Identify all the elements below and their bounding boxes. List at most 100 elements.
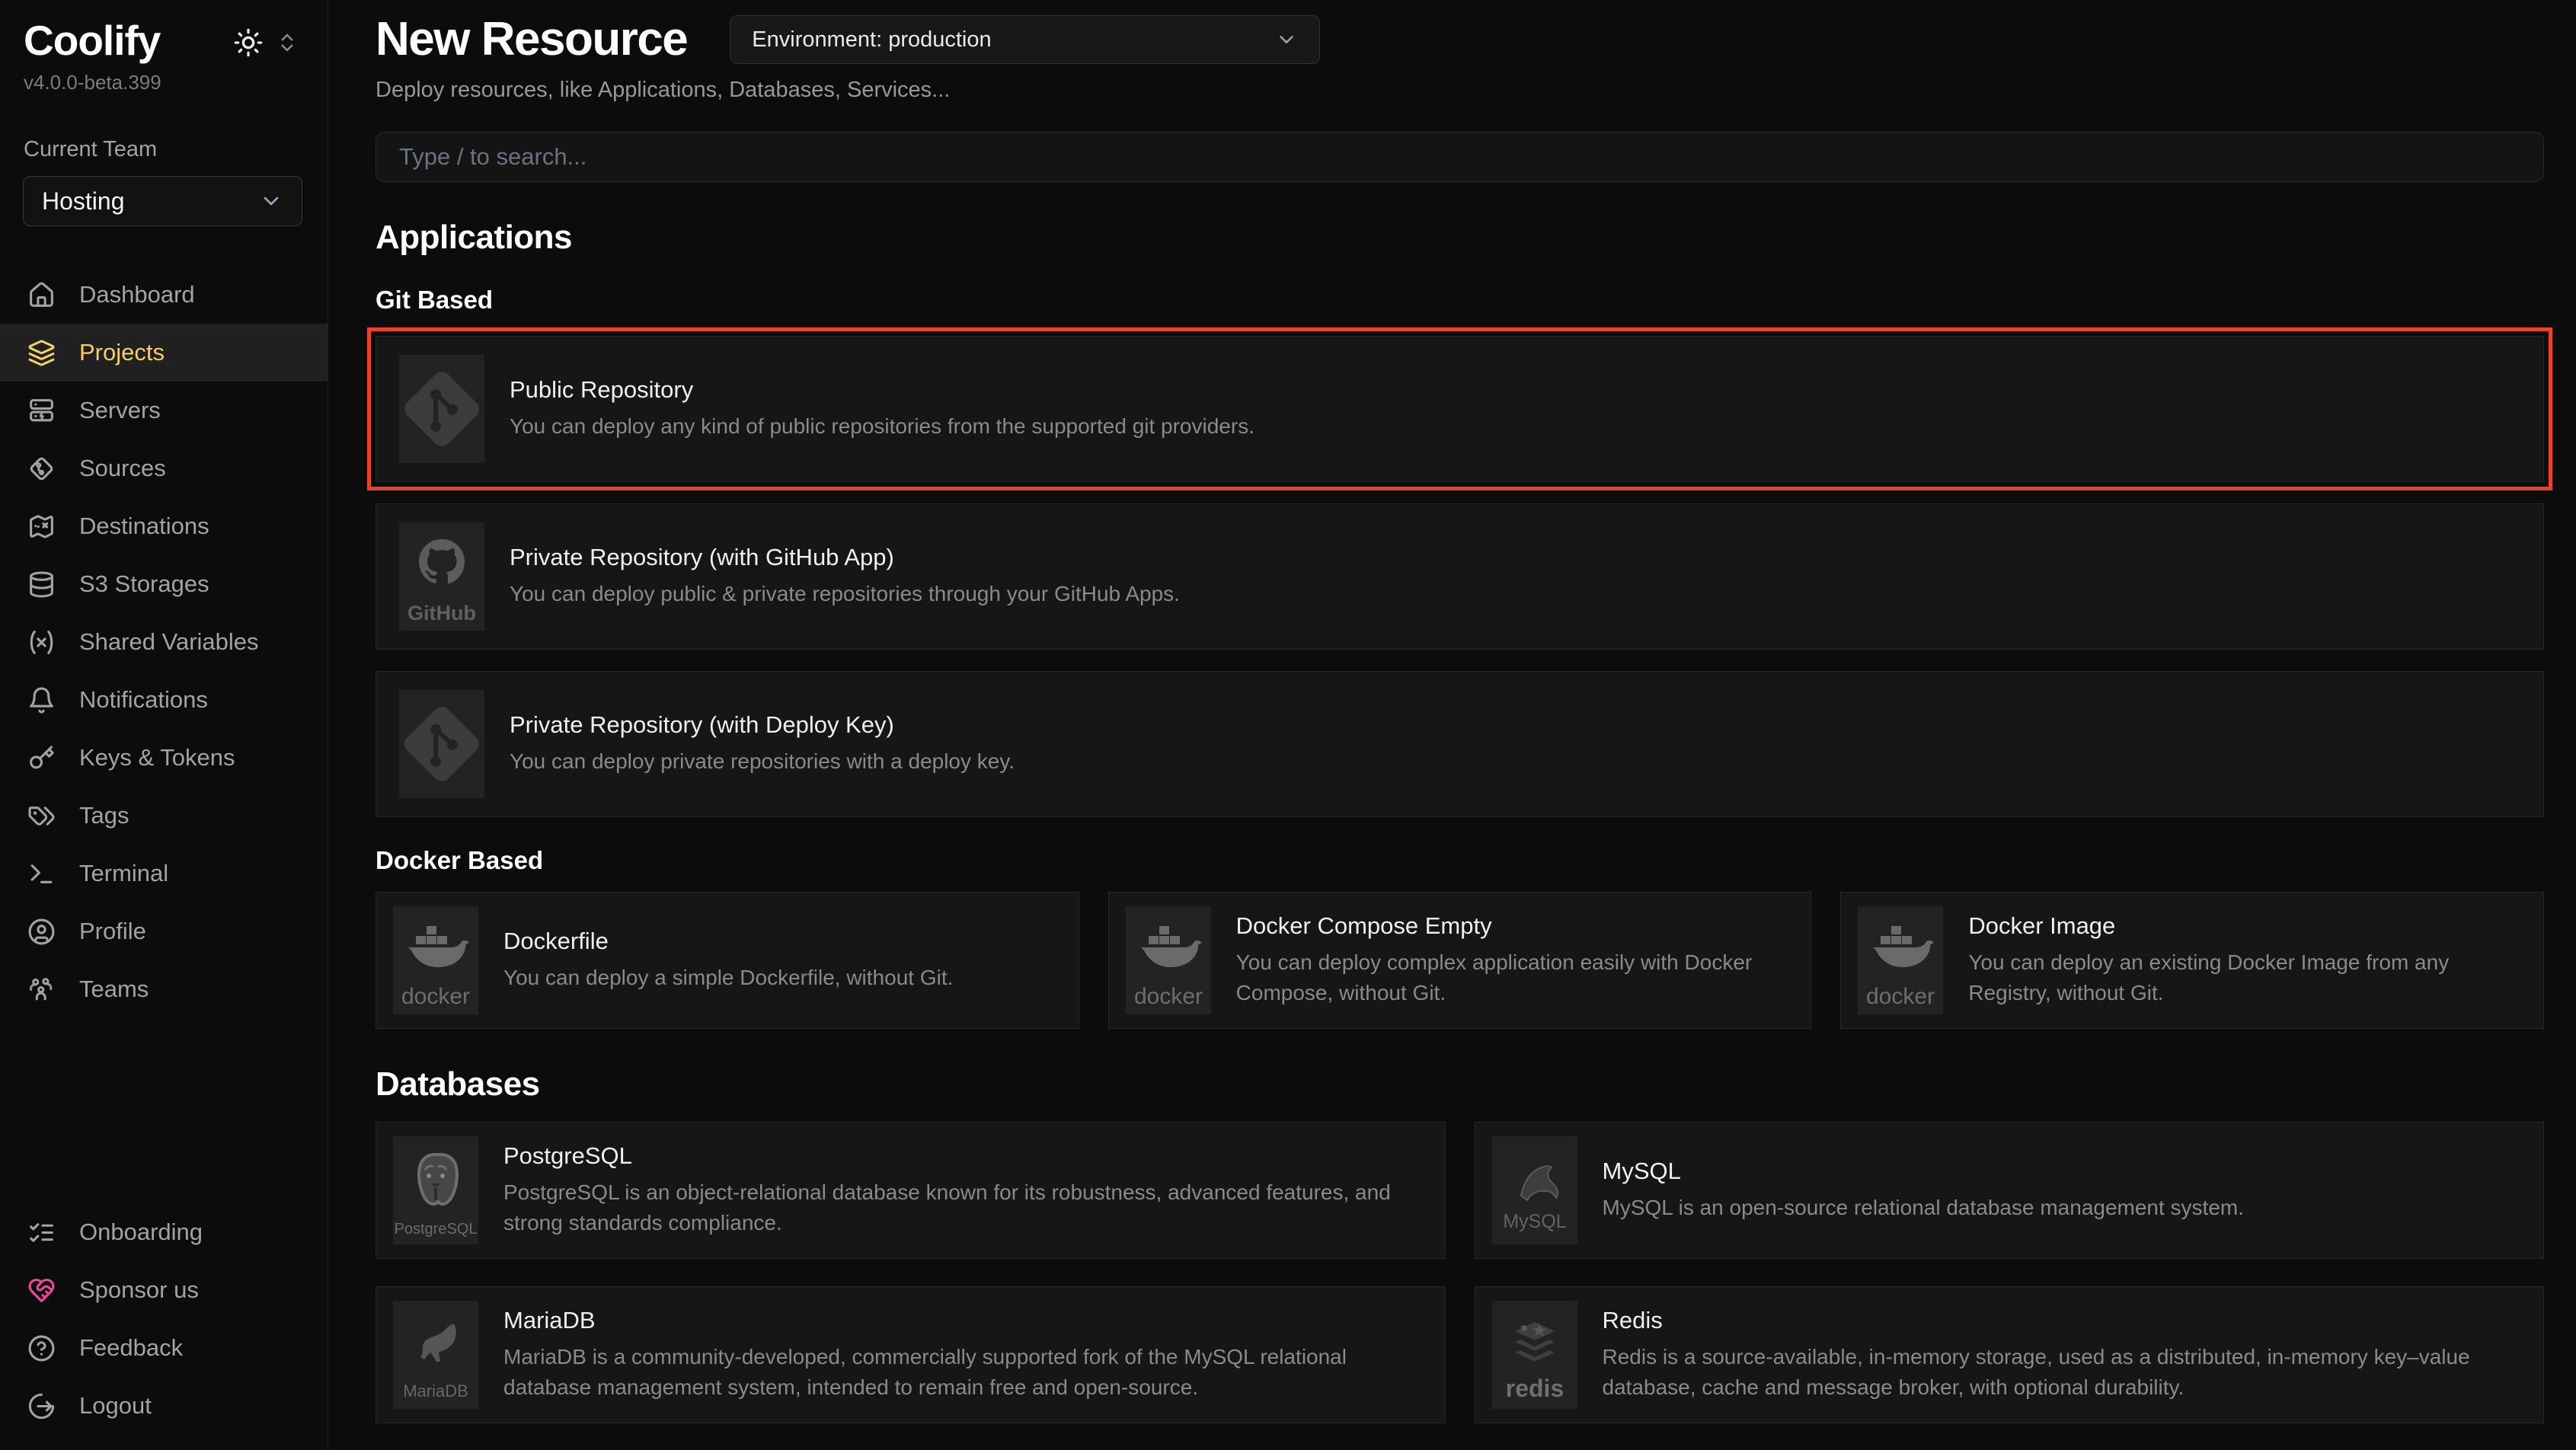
card-postgresql[interactable]: PostgreSQL PostgreSQL PostgreSQL is an o…: [376, 1122, 1446, 1259]
page-subtitle: Deploy resources, like Applications, Dat…: [376, 78, 2544, 103]
card-text: MySQL MySQL is an open-source relational…: [1603, 1158, 2245, 1224]
card-mariadb[interactable]: MariaDB MariaDB MariaDB is a community-d…: [376, 1286, 1446, 1423]
page-title: New Resource: [376, 14, 687, 65]
logout-icon: [27, 1392, 56, 1420]
mariadb-logo-icon: MariaDB: [393, 1301, 478, 1409]
card-text: Private Repository (with Deploy Key) You…: [510, 711, 1015, 778]
environment-select-value: Environment: production: [752, 27, 991, 53]
docker-logo-icon: docker: [1858, 906, 1943, 1014]
page-header: New Resource Environment: production: [376, 14, 2544, 65]
users-icon: [27, 976, 56, 1004]
app-version: v4.0.0-beta.399: [0, 71, 328, 94]
sun-icon[interactable]: [233, 27, 264, 58]
card-mysql[interactable]: MySQL MySQL MySQL is an open-source rela…: [1475, 1122, 2545, 1259]
card-text: Redis Redis is a source-available, in-me…: [1603, 1307, 2527, 1404]
heart-handshake-icon: [27, 1276, 56, 1305]
chevrons-up-down-icon[interactable]: [276, 31, 299, 54]
chevron-down-icon: [259, 189, 283, 213]
team-select[interactable]: Hosting: [23, 176, 302, 226]
git-logo-icon: [399, 690, 484, 798]
sidebar-item-destinations[interactable]: Destinations: [0, 497, 328, 555]
sidebar-item-label: Destinations: [79, 513, 209, 540]
databases-card-grid: PostgreSQL PostgreSQL PostgreSQL is an o…: [376, 1122, 2544, 1450]
sidebar-item-profile[interactable]: Profile: [0, 902, 328, 960]
card-public-repository[interactable]: Public Repository You can deploy any kin…: [376, 336, 2544, 482]
sidebar-spacer: [0, 1018, 328, 1164]
subsection-heading-git-based: Git Based: [376, 286, 2544, 315]
app-logo: Coolify: [24, 20, 160, 62]
card-private-repository-github-app[interactable]: GitHub Private Repository (with GitHub A…: [376, 503, 2544, 650]
card-text: Public Repository You can deploy any kin…: [510, 376, 1254, 442]
section-heading-databases: Databases: [376, 1065, 2544, 1103]
sidebar-item-onboarding[interactable]: Onboarding: [0, 1203, 328, 1261]
checklist-icon: [27, 1218, 56, 1247]
variable-icon: [27, 628, 56, 656]
card-dockerfile[interactable]: docker Dockerfile You can deploy a simpl…: [376, 892, 1079, 1029]
sidebar-item-sponsor-us[interactable]: Sponsor us: [0, 1261, 328, 1319]
sidebar-item-sources[interactable]: Sources: [0, 439, 328, 497]
sidebar-item-label: Profile: [79, 918, 146, 945]
svg-text:MySQL: MySQL: [1503, 1211, 1566, 1232]
redis-logo-icon: redis: [1492, 1301, 1577, 1409]
postgresql-logo-icon: PostgreSQL: [393, 1136, 478, 1244]
sidebar-item-servers[interactable]: Servers: [0, 382, 328, 439]
card-title: Docker Image: [1968, 912, 2526, 940]
public-repository-card-wrapper: Public Repository You can deploy any kin…: [376, 336, 2544, 482]
svg-text:docker: docker: [1866, 984, 1935, 1009]
sidebar-item-keys-tokens[interactable]: Keys & Tokens: [0, 729, 328, 787]
svg-text:docker: docker: [1134, 984, 1203, 1009]
logo-row: Coolify: [0, 20, 328, 62]
git-logo-icon: [399, 355, 484, 463]
sidebar-item-label: Terminal: [79, 860, 168, 887]
section-heading-applications: Applications: [376, 219, 2544, 257]
svg-text:GitHub: GitHub: [407, 602, 476, 624]
sidebar-item-label: Dashboard: [79, 281, 195, 308]
card-redis[interactable]: redis Redis Redis is a source-available,…: [1475, 1286, 2545, 1423]
card-text: Private Repository (with GitHub App) You…: [510, 544, 1180, 610]
card-docker-image[interactable]: docker Docker Image You can deploy an ex…: [1840, 892, 2544, 1029]
card-text: PostgreSQL PostgreSQL is an object-relat…: [503, 1142, 1428, 1239]
team-select-value: Hosting: [42, 187, 125, 216]
mysql-logo-icon: MySQL: [1492, 1136, 1577, 1244]
home-icon: [27, 281, 56, 309]
docker-logo-icon: docker: [1126, 906, 1211, 1014]
sidebar-item-notifications[interactable]: Notifications: [0, 671, 328, 729]
search-input[interactable]: [376, 132, 2544, 182]
sidebar-item-feedback[interactable]: Feedback: [0, 1319, 328, 1377]
card-description: You can deploy private repositories with…: [510, 746, 1015, 778]
docker-logo-icon: docker: [393, 906, 478, 1014]
sidebar-item-label: Sponsor us: [79, 1276, 199, 1304]
sidebar-item-label: Teams: [79, 976, 149, 1003]
sidebar-item-teams[interactable]: Teams: [0, 960, 328, 1018]
card-description: You can deploy an existing Docker Image …: [1968, 947, 2526, 1009]
card-description: You can deploy public & private reposito…: [510, 579, 1180, 610]
svg-text:MariaDB: MariaDB: [403, 1381, 468, 1400]
svg-text:PostgreSQL: PostgreSQL: [395, 1221, 478, 1238]
card-text: Docker Image You can deploy an existing …: [1968, 912, 2526, 1009]
card-docker-compose-empty[interactable]: docker Docker Compose Empty You can depl…: [1108, 892, 1812, 1029]
sidebar-footer-nav: Onboarding Sponsor us Feedback Logout: [0, 1203, 328, 1435]
sidebar-item-projects[interactable]: Projects: [0, 324, 328, 382]
sidebar-item-shared-variables[interactable]: Shared Variables: [0, 613, 328, 671]
sidebar-item-logout[interactable]: Logout: [0, 1377, 328, 1435]
card-description: MariaDB is a community-developed, commer…: [503, 1342, 1428, 1404]
bell-icon: [27, 686, 56, 714]
main-content: New Resource Environment: production Dep…: [329, 0, 2576, 1450]
sidebar-item-terminal[interactable]: Terminal: [0, 845, 328, 902]
user-circle-icon: [27, 918, 56, 946]
subsection-heading-docker-based: Docker Based: [376, 846, 2544, 875]
sidebar-item-label: Feedback: [79, 1334, 183, 1362]
sidebar-item-s3-storages[interactable]: S3 Storages: [0, 555, 328, 613]
tags-icon: [27, 802, 56, 830]
card-title: Redis: [1603, 1307, 2527, 1334]
help-circle-icon: [27, 1334, 56, 1362]
sidebar-item-tags[interactable]: Tags: [0, 787, 328, 845]
environment-select[interactable]: Environment: production: [730, 15, 1320, 64]
svg-text:redis: redis: [1505, 1375, 1563, 1402]
sidebar-item-label: Servers: [79, 397, 161, 424]
current-team-label: Current Team: [0, 137, 328, 162]
sidebar-item-dashboard[interactable]: Dashboard: [0, 266, 328, 324]
card-description: MySQL is an open-source relational datab…: [1603, 1193, 2245, 1224]
card-private-repository-deploy-key[interactable]: Private Repository (with Deploy Key) You…: [376, 671, 2544, 817]
card-title: PostgreSQL: [503, 1142, 1428, 1170]
